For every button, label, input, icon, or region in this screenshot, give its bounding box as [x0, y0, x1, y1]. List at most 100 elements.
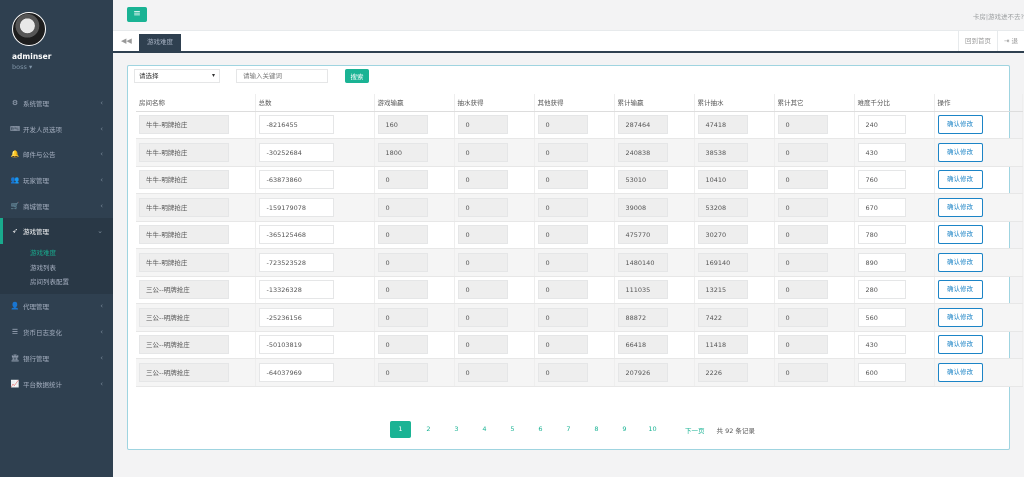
- confirm-edit-button[interactable]: 确认修改: [937, 252, 983, 272]
- difficulty-input[interactable]: 280: [857, 280, 906, 300]
- page-4[interactable]: 4: [474, 421, 495, 438]
- confirm-edit-button[interactable]: 确认修改: [937, 197, 983, 217]
- sidebar-item-4[interactable]: 👥 玩家管理 ‹: [0, 167, 113, 193]
- table-cell: 0: [534, 331, 615, 359]
- table-cell: 560: [854, 303, 935, 332]
- table-cell: 280: [854, 276, 935, 304]
- sidebar-item-1[interactable]: ⚙ 系统管理 ‹: [0, 90, 113, 116]
- sidebar-item-6[interactable]: ➶ 游戏管理 ⌄: [0, 218, 113, 245]
- acc-other-field: 0: [777, 142, 828, 162]
- column-header: 抽水获得: [454, 94, 535, 112]
- acc-other-field: 0: [777, 307, 828, 327]
- total-input[interactable]: -159179078: [258, 197, 334, 217]
- difficulty-input[interactable]: 670: [857, 197, 906, 217]
- menu-toggle-button[interactable]: ≡: [127, 7, 147, 22]
- submenu-item-3[interactable]: 房间列表配置: [0, 275, 113, 290]
- sidebar-item-7[interactable]: 👤 代理管理 ‹: [0, 294, 113, 320]
- difficulty-input[interactable]: 430: [857, 142, 906, 162]
- submenu-item-1[interactable]: 游戏难度: [0, 246, 113, 261]
- difficulty-input[interactable]: 560: [857, 307, 906, 327]
- table-cell: -50103819: [255, 331, 375, 359]
- total-input[interactable]: -723523528: [258, 252, 334, 272]
- difficulty-input[interactable]: 600: [857, 362, 906, 382]
- sidebar-item-5[interactable]: 🛒 商城管理 ‹: [0, 193, 113, 219]
- difficulty-input[interactable]: 780: [857, 225, 906, 245]
- total-input[interactable]: -30252684: [258, 142, 334, 162]
- back-home-button[interactable]: 回到首页: [957, 31, 997, 51]
- chevron-down-icon: ▾: [211, 72, 215, 79]
- confirm-edit-button[interactable]: 确认修改: [937, 335, 983, 355]
- top-message[interactable]: 卡房|游戏进不去?: [973, 11, 1024, 21]
- page-3[interactable]: 3: [446, 421, 467, 438]
- confirm-edit-button[interactable]: 确认修改: [937, 170, 983, 190]
- acc-rake-field: 169140: [697, 252, 748, 272]
- table-row: 牛牛-明牌抢庄 -63873860 0 0 0 53010 10410 0 760 确认修改: [136, 166, 1023, 194]
- username[interactable]: adminser: [12, 52, 113, 61]
- table-row: 牛牛-明牌抢庄 -30252684 1800 0 0 240838 38538 0 430 确认修…: [136, 138, 1023, 167]
- page-9[interactable]: 9: [614, 421, 635, 438]
- page-6[interactable]: 6: [530, 421, 551, 438]
- search-button[interactable]: 搜索: [345, 69, 369, 83]
- total-input[interactable]: -8216455: [258, 115, 334, 135]
- table-cell: 0: [374, 166, 455, 194]
- tabs-back-icon[interactable]: ◀◀: [121, 37, 132, 45]
- total-input[interactable]: -365125468: [258, 225, 334, 245]
- difficulty-input[interactable]: 240: [857, 115, 906, 135]
- confirm-edit-button[interactable]: 确认修改: [937, 142, 983, 162]
- difficulty-input[interactable]: 430: [857, 335, 906, 355]
- page-7[interactable]: 7: [558, 421, 579, 438]
- difficulty-input[interactable]: 760: [857, 170, 906, 190]
- table-cell: 47418: [694, 111, 775, 139]
- logout-button[interactable]: ⇥ 退: [996, 31, 1024, 51]
- sidebar: adminser boss ▾ ⚙ 系统管理 ‹ ⌨ 开发人员选项 ‹ 🔔 邮件与公告 ‹ 👥 玩家…: [0, 0, 113, 477]
- filter-select[interactable]: 请选择 ▾: [134, 69, 220, 83]
- table-cell: -25236156: [255, 303, 375, 332]
- table-cell: 760: [854, 166, 935, 194]
- table-cell: 0: [534, 221, 615, 249]
- confirm-edit-button[interactable]: 确认修改: [937, 362, 983, 382]
- total-input[interactable]: -50103819: [258, 335, 334, 355]
- sidebar-item-3[interactable]: 🔔 邮件与公告 ‹: [0, 141, 113, 167]
- sidebar-item-8[interactable]: ☰ 货币日志变化 ‹: [0, 319, 113, 345]
- user-role-dropdown[interactable]: boss ▾: [12, 63, 113, 71]
- pagination: 1 2 3 4 5 6 7 8 9 10 下一页 共 92 条记录: [390, 421, 755, 438]
- table-cell: 10410: [694, 166, 775, 194]
- page-8[interactable]: 8: [586, 421, 607, 438]
- sidebar-item-9[interactable]: 🏛 银行管理 ‹: [0, 345, 113, 371]
- acc-rake-field: 11418: [697, 335, 748, 355]
- table-row: 三公--明牌抢庄 -13326328 0 0 0 111035 13215 0 280 确认修改: [136, 276, 1023, 304]
- page-2[interactable]: 2: [418, 421, 439, 438]
- rake-field: 0: [457, 335, 508, 355]
- next-page-link[interactable]: 下一页: [685, 425, 705, 435]
- chart-icon: 📈: [10, 379, 20, 388]
- sidebar-item-10[interactable]: 📈 平台数据统计 ‹: [0, 371, 113, 397]
- total-input[interactable]: -63873860: [258, 170, 334, 190]
- page-10[interactable]: 10: [642, 421, 663, 438]
- keyword-input[interactable]: [236, 69, 328, 83]
- total-input[interactable]: -64037969: [258, 362, 334, 382]
- table-cell: 430: [854, 138, 935, 167]
- rake-field: 0: [457, 362, 508, 382]
- total-input[interactable]: -13326328: [258, 280, 334, 300]
- tab-game-difficulty[interactable]: 游戏难度: [139, 34, 181, 51]
- difficulty-input[interactable]: 890: [857, 252, 906, 272]
- confirm-edit-button[interactable]: 确认修改: [937, 115, 983, 135]
- submenu-item-2[interactable]: 游戏列表: [0, 261, 113, 276]
- avatar[interactable]: [12, 12, 46, 46]
- table-cell: 430: [854, 331, 935, 359]
- confirm-edit-button[interactable]: 确认修改: [937, 307, 983, 327]
- confirm-edit-button[interactable]: 确认修改: [937, 225, 983, 245]
- confirm-edit-button[interactable]: 确认修改: [937, 280, 983, 300]
- page-5[interactable]: 5: [502, 421, 523, 438]
- table-cell: 169140: [694, 248, 775, 277]
- table-cell: 0: [454, 248, 535, 277]
- sidebar-item-2[interactable]: ⌨ 开发人员选项 ‹: [0, 116, 113, 142]
- table-cell: 780: [854, 221, 935, 249]
- acc-other-field: 0: [777, 280, 828, 300]
- sidebar-item-label: 商城管理: [23, 202, 49, 211]
- total-input[interactable]: -25236156: [258, 307, 334, 327]
- table-cell: 0: [374, 303, 455, 332]
- table-cell: 0: [534, 166, 615, 194]
- page-1[interactable]: 1: [390, 421, 411, 438]
- table-cell: 0: [534, 358, 615, 387]
